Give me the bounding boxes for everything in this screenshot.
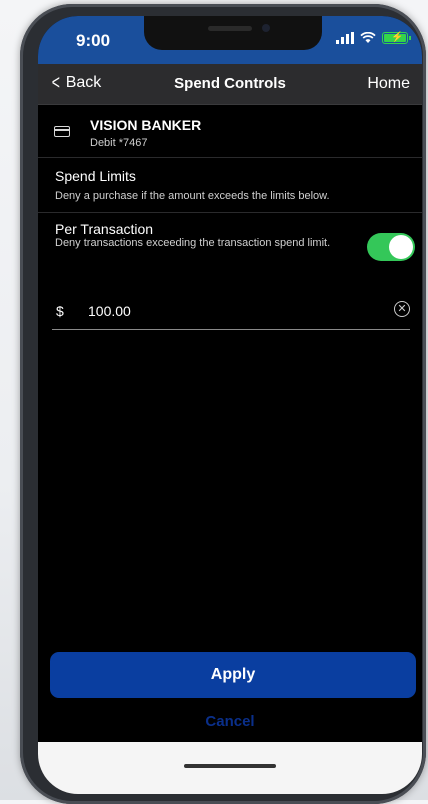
home-indicator[interactable] bbox=[184, 764, 276, 768]
cancel-button[interactable]: Cancel bbox=[38, 713, 422, 730]
battery-icon: ⚡ bbox=[382, 32, 411, 44]
per-transaction-section: Per Transaction Deny transactions exceed… bbox=[38, 213, 422, 283]
spend-limits-description: Deny a purchase if the amount exceeds th… bbox=[55, 190, 330, 202]
spend-limits-heading: Spend Limits bbox=[55, 168, 136, 184]
home-button[interactable]: Home bbox=[367, 75, 410, 93]
per-transaction-heading: Per Transaction bbox=[55, 221, 154, 237]
card-number: Debit *7467 bbox=[90, 137, 148, 149]
status-bar: 9:00 ⚡ bbox=[38, 16, 422, 64]
wifi-icon bbox=[360, 32, 376, 43]
clear-icon[interactable]: ✕ bbox=[394, 301, 410, 317]
currency-symbol: $ bbox=[56, 303, 64, 319]
nav-bar: < Back Spend Controls Home bbox=[38, 64, 422, 105]
amount-input[interactable]: 100.00 bbox=[88, 303, 131, 319]
apply-button[interactable]: Apply bbox=[50, 652, 416, 698]
amount-field[interactable]: $ 100.00 ✕ bbox=[52, 293, 410, 330]
speaker bbox=[208, 26, 252, 31]
signal-icon bbox=[336, 32, 354, 44]
page-title: Spend Controls bbox=[174, 75, 286, 92]
status-time: 9:00 bbox=[76, 31, 111, 50]
status-icons: ⚡ bbox=[336, 32, 411, 44]
camera bbox=[262, 24, 270, 32]
phone-screen: 9:00 ⚡ < Back Spend Controls Home VISION… bbox=[38, 16, 422, 794]
per-transaction-description: Deny transactions exceeding the transact… bbox=[55, 237, 331, 249]
spend-limits-section: Spend Limits Deny a purchase if the amou… bbox=[38, 158, 422, 213]
card-selector[interactable]: VISION BANKER Debit *7467 bbox=[38, 105, 422, 158]
card-icon bbox=[54, 126, 70, 137]
home-indicator-area bbox=[38, 742, 422, 794]
notch bbox=[144, 16, 322, 50]
card-name: VISION BANKER bbox=[90, 117, 202, 133]
per-transaction-toggle[interactable] bbox=[367, 233, 415, 261]
toggle-knob bbox=[389, 235, 413, 259]
